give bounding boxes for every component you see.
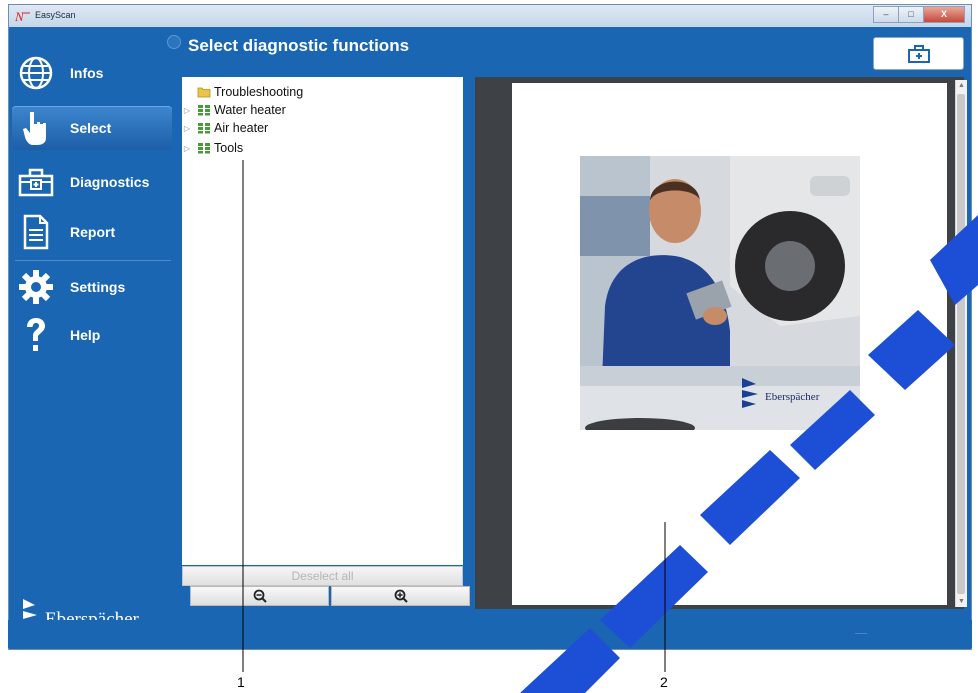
callout-number-2: 2 [660,674,668,690]
callout-lines [242,160,666,672]
callout-number-1: 1 [237,674,245,690]
